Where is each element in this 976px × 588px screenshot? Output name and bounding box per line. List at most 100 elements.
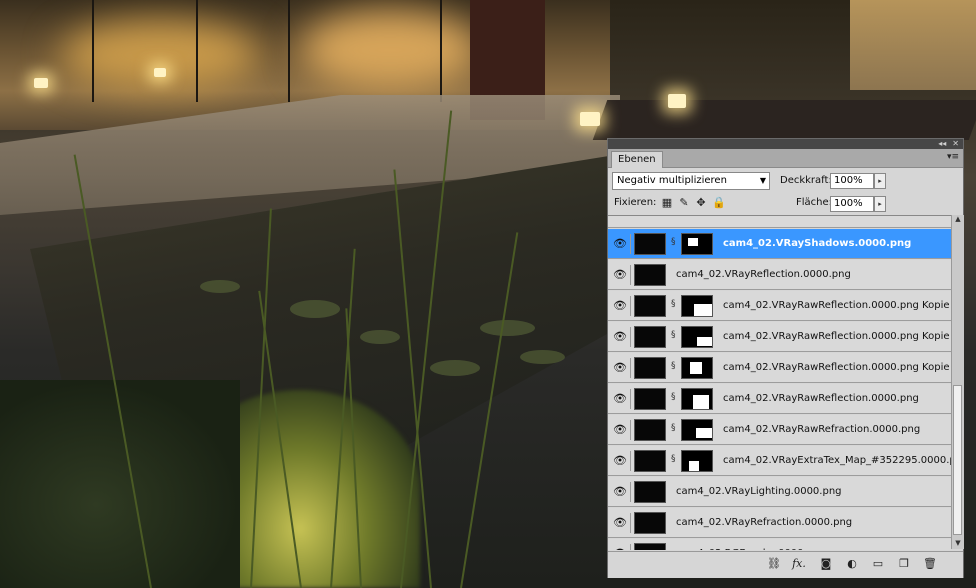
visibility-eye-icon[interactable]: 👁 bbox=[610, 389, 631, 409]
lily-pad bbox=[200, 280, 240, 293]
mask-link-icon[interactable]: § bbox=[671, 361, 679, 371]
lily-pad bbox=[430, 360, 480, 376]
layer-name: cam4_02.VRayShadows.0000.png bbox=[723, 238, 912, 249]
layer-mask-thumbnail[interactable] bbox=[681, 419, 713, 441]
wooden-deck bbox=[592, 100, 976, 140]
layer-row[interactable]: 👁 § cam4_02.VRayExtraTex_Map_#352295.0000.… bbox=[608, 446, 951, 476]
lock-paint-icon[interactable]: ✎ bbox=[678, 197, 690, 209]
lily-pad bbox=[520, 350, 565, 364]
scroll-down-icon[interactable]: ▼ bbox=[952, 539, 964, 549]
layer-row[interactable]: 👁 § cam4_02.VRayRawRefraction.0000.png bbox=[608, 415, 951, 445]
layer-mask-thumbnail[interactable] bbox=[681, 233, 713, 255]
visibility-eye-icon[interactable]: 👁 bbox=[610, 482, 631, 502]
layer-row[interactable]: 👁 § cam4_02.VRayRawReflection.0000.png Kop… bbox=[608, 322, 951, 352]
link-layers-icon[interactable]: ⛓ bbox=[766, 556, 782, 572]
layer-name: cam4_02.RGB_color.0000.png bbox=[676, 539, 826, 550]
layer-name: cam4_02.VRayRawReflection.0000.png Kopie bbox=[723, 362, 950, 373]
visibility-eye-icon[interactable]: 👁 bbox=[610, 513, 631, 533]
adjustment-layer-icon[interactable]: ◐ bbox=[844, 556, 860, 572]
visibility-eye-icon[interactable]: 👁 bbox=[610, 420, 631, 440]
layer-thumbnail bbox=[634, 357, 666, 379]
layer-mask-thumbnail[interactable] bbox=[681, 450, 713, 472]
layer-name: cam4_02.VRayExtraTex_Map_#352295.0000.pn… bbox=[723, 455, 951, 466]
layer-list: 👁 § cam4_02.VRayShadows.0000.png 👁 cam4_02.V… bbox=[608, 215, 951, 550]
mask-link-icon[interactable]: § bbox=[671, 299, 679, 309]
tab-layers[interactable]: Ebenen bbox=[611, 151, 663, 168]
interior-glow bbox=[60, 20, 260, 90]
mask-link-icon[interactable]: § bbox=[671, 392, 679, 402]
visibility-eye-icon[interactable]: 👁 bbox=[610, 265, 631, 285]
fill-slider-button[interactable]: ▸ bbox=[874, 196, 886, 212]
window-mullion bbox=[288, 0, 290, 102]
layer-name: cam4_02.VRayRefraction.0000.png bbox=[676, 517, 853, 528]
scroll-up-icon[interactable]: ▲ bbox=[952, 215, 964, 225]
mask-link-icon[interactable]: § bbox=[671, 423, 679, 433]
layer-name: cam4_02.VRayRawReflection.0000.png Kopie… bbox=[723, 331, 951, 342]
layer-row[interactable]: 👁 § cam4_02.VRayRawReflection.0000.png bbox=[608, 384, 951, 414]
layer-mask-thumbnail[interactable] bbox=[681, 295, 713, 317]
layer-mask-thumbnail[interactable] bbox=[681, 357, 713, 379]
garden-lamp bbox=[154, 68, 166, 77]
lock-row: Fixieren: ▦ ✎ ✥ 🔒 Fläche: 100% ▸ bbox=[612, 196, 957, 214]
layer-thumbnail bbox=[634, 543, 666, 550]
layer-name: cam4_02.VRayReflection.0000.png bbox=[676, 269, 851, 280]
mask-link-icon[interactable]: § bbox=[671, 454, 679, 464]
lock-transparency-icon[interactable]: ▦ bbox=[661, 197, 673, 209]
layer-thumbnail bbox=[634, 326, 666, 348]
blend-row: Negativ multiplizieren ▼ Deckkraft: 100%… bbox=[612, 172, 957, 192]
opacity-label: Deckkraft: bbox=[780, 175, 832, 186]
lily-pad bbox=[290, 300, 340, 318]
layer-name: cam4_02.VRayRawReflection.0000.png bbox=[723, 393, 919, 404]
window-mullion bbox=[92, 0, 94, 102]
trash-icon[interactable]: 🗑 bbox=[922, 556, 938, 572]
panel-tab-bar: Ebenen ▾≡ bbox=[608, 149, 963, 168]
scroll-thumb[interactable] bbox=[953, 385, 962, 535]
layer-thumbnail bbox=[634, 233, 666, 255]
visibility-eye-icon[interactable]: 👁 bbox=[610, 358, 631, 378]
visibility-eye-icon[interactable]: 👁 bbox=[610, 451, 631, 471]
layer-thumbnail bbox=[634, 419, 666, 441]
collapse-panel-icon[interactable]: ◂◂ bbox=[938, 140, 946, 148]
layer-list-scrollbar[interactable]: ▲ ▼ bbox=[951, 215, 964, 549]
mask-link-icon[interactable]: § bbox=[671, 330, 679, 340]
panel-menu-icon[interactable]: ▾≡ bbox=[947, 152, 959, 162]
layer-name: cam4_02.VRayRawRefraction.0000.png bbox=[723, 424, 921, 435]
new-layer-icon[interactable]: ❐ bbox=[896, 556, 912, 572]
lock-all-icon[interactable]: 🔒 bbox=[712, 197, 726, 209]
lock-label: Fixieren: bbox=[614, 197, 657, 208]
opacity-field[interactable]: 100% bbox=[830, 173, 874, 189]
fx-icon[interactable]: fx. bbox=[791, 556, 807, 572]
layer-row-partial[interactable] bbox=[608, 216, 951, 228]
add-mask-icon[interactable]: ◙ bbox=[818, 556, 834, 572]
lily-pad bbox=[480, 320, 535, 336]
mask-link-icon[interactable]: § bbox=[671, 237, 679, 247]
layer-thumbnail bbox=[634, 512, 666, 534]
opacity-slider-button[interactable]: ▸ bbox=[874, 173, 886, 189]
visibility-eye-icon[interactable]: 👁 bbox=[610, 296, 631, 316]
close-panel-icon[interactable]: ✕ bbox=[952, 140, 959, 148]
blend-mode-select[interactable]: Negativ multiplizieren ▼ bbox=[612, 172, 770, 190]
visibility-eye-icon[interactable]: 👁 bbox=[610, 234, 631, 254]
layer-row[interactable]: 👁 § cam4_02.VRayShadows.0000.png bbox=[608, 229, 951, 259]
layer-thumbnail bbox=[634, 264, 666, 286]
fill-field[interactable]: 100% bbox=[830, 196, 874, 212]
layer-mask-thumbnail[interactable] bbox=[681, 388, 713, 410]
garden-lamp bbox=[34, 78, 48, 88]
interior-glow bbox=[300, 10, 480, 90]
layer-row[interactable]: 👁 § cam4_02.VRayRawReflection.0000.png Kop… bbox=[608, 353, 951, 383]
layer-mask-thumbnail[interactable] bbox=[681, 326, 713, 348]
garden-lamp bbox=[580, 112, 600, 126]
layer-row[interactable]: 👁 cam4_02.VRayReflection.0000.png bbox=[608, 260, 951, 290]
layer-row[interactable]: 👁 cam4_02.VRayRefraction.0000.png bbox=[608, 508, 951, 538]
visibility-eye-icon[interactable]: 👁 bbox=[610, 327, 631, 347]
layer-row[interactable]: 👁 § cam4_02.VRayRawReflection.0000.png Kop… bbox=[608, 291, 951, 321]
new-group-icon[interactable]: ▭ bbox=[870, 556, 886, 572]
visibility-eye-icon[interactable]: 👁 bbox=[610, 544, 631, 550]
chevron-down-icon: ▼ bbox=[759, 176, 766, 185]
layer-row[interactable]: 👁 cam4_02.RGB_color.0000.png bbox=[608, 539, 951, 550]
panel-title-strip: ◂◂ ✕ bbox=[608, 139, 963, 149]
fill-label: Fläche: bbox=[796, 197, 833, 208]
layer-row[interactable]: 👁 cam4_02.VRayLighting.0000.png bbox=[608, 477, 951, 507]
lock-position-icon[interactable]: ✥ bbox=[695, 197, 707, 209]
panel-bottom-toolbar: ⛓ fx. ◙ ◐ ▭ ❐ 🗑 bbox=[608, 551, 963, 578]
